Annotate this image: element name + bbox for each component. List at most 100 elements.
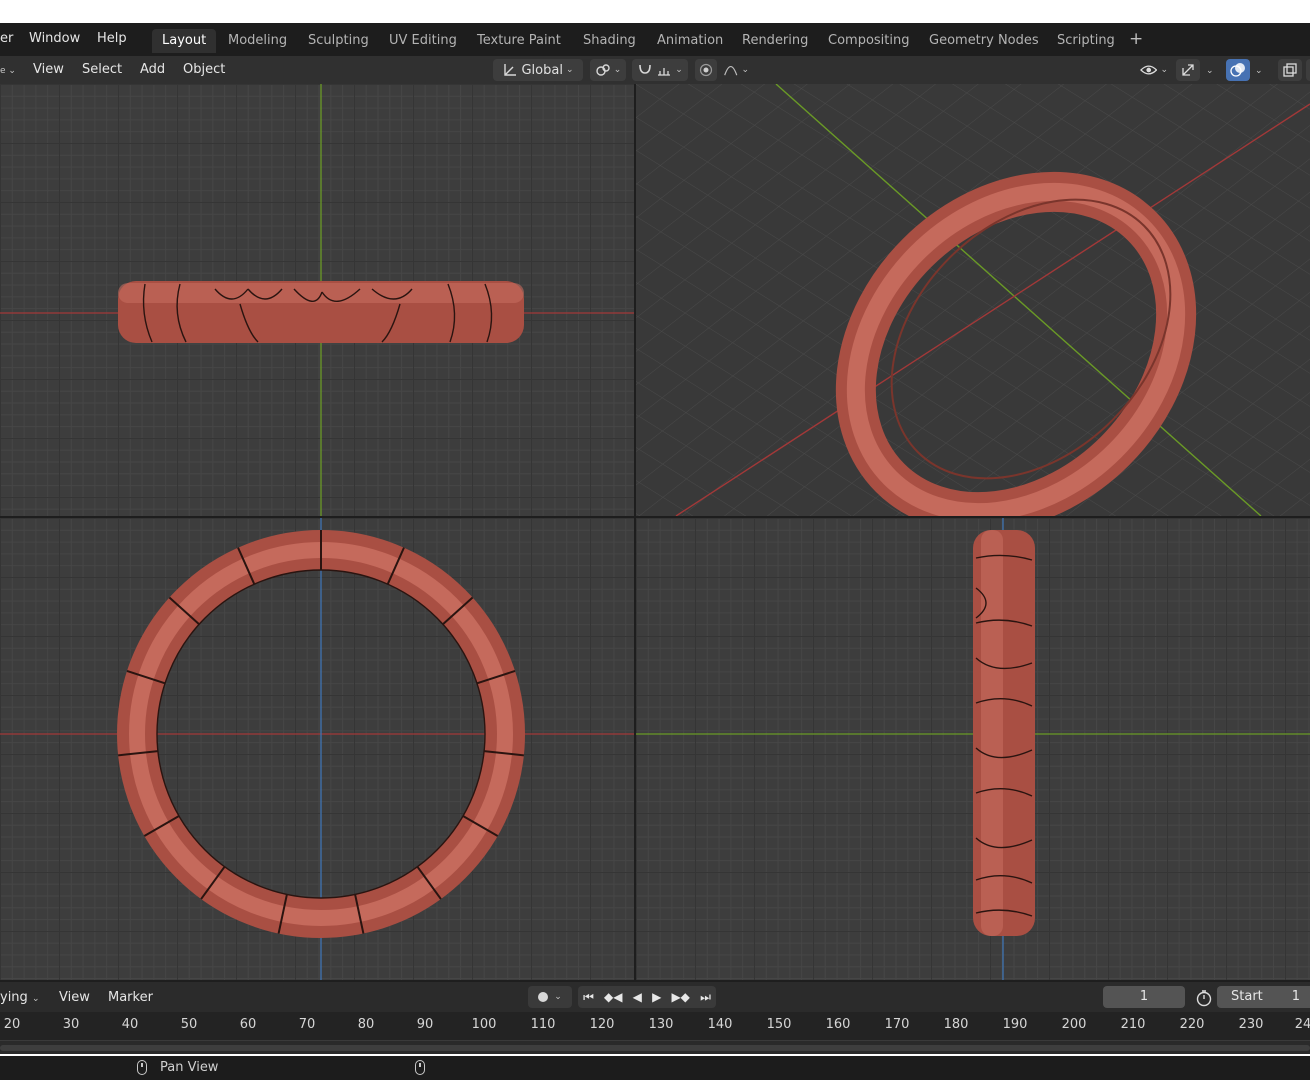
ruler-tick: 150	[766, 1017, 792, 1032]
ruler-tick: 40	[121, 1017, 139, 1032]
perspective-view-canvas	[636, 84, 1310, 516]
play-icon[interactable]: ▶	[652, 990, 661, 1004]
tab-layout[interactable]: Layout	[152, 29, 217, 53]
menu-view[interactable]: View	[33, 62, 64, 77]
snap-icon	[639, 64, 652, 74]
menu-render[interactable]: er	[0, 31, 13, 46]
tab-texture-paint[interactable]: Texture Paint	[467, 29, 571, 53]
proportional-edit-button[interactable]	[695, 59, 717, 81]
menu-window[interactable]: Window	[29, 31, 80, 46]
menu-select[interactable]: Select	[82, 62, 122, 77]
chevron-down-icon: ⌄	[565, 65, 574, 75]
timeline-ruler[interactable]: 20 30 40 50 60 70 80 90 100 110 120 130 …	[0, 1012, 1310, 1040]
mode-dropdown-chevron[interactable]: e ⌄	[0, 62, 16, 77]
start-value: 1	[1291, 989, 1300, 1004]
add-workspace-icon[interactable]: +	[1129, 29, 1143, 49]
ruler-tick: 50	[180, 1017, 198, 1032]
overlay-icon	[1230, 63, 1245, 77]
ruler-tick: 110	[530, 1017, 556, 1032]
overlay-toggle[interactable]	[1226, 59, 1250, 81]
tab-shading[interactable]: Shading	[573, 29, 646, 53]
record-icon	[538, 992, 549, 1002]
chevron-down-icon: ⌄	[741, 65, 749, 75]
pivot-icon	[596, 64, 610, 76]
jump-start-icon[interactable]: ⏮	[583, 990, 594, 1005]
ruler-tick: 200	[1061, 1017, 1087, 1032]
ruler-tick: 210	[1120, 1017, 1146, 1032]
chevron-down-icon: ⌄	[613, 65, 622, 75]
ruler-tick: 130	[648, 1017, 674, 1032]
tab-sculpting[interactable]: Sculpting	[298, 29, 379, 53]
viewport-perspective[interactable]	[636, 84, 1310, 516]
record-button[interactable]: ⌄	[528, 986, 572, 1008]
timeline-menu-view[interactable]: View	[59, 990, 90, 1005]
ruler-tick: 24	[1294, 1017, 1310, 1032]
ruler-tick: 170	[884, 1017, 910, 1032]
mouse-right-icon	[415, 1060, 425, 1075]
snap-increment-icon	[658, 68, 671, 76]
play-reverse-icon[interactable]: ◀	[633, 990, 642, 1004]
xray-toggle[interactable]	[1278, 59, 1302, 81]
timeline-scrollbar[interactable]	[0, 1045, 1310, 1051]
ruler-tick: 70	[298, 1017, 316, 1032]
tab-geometry-nodes[interactable]: Geometry Nodes	[919, 29, 1049, 53]
ruler-tick: 160	[825, 1017, 851, 1032]
top-view-canvas	[0, 518, 634, 980]
timeline-menu-marker[interactable]: Marker	[108, 990, 153, 1005]
ruler-tick: 220	[1179, 1017, 1205, 1032]
tab-rendering[interactable]: Rendering	[732, 29, 818, 53]
falloff-icon	[724, 65, 738, 76]
front-view-canvas	[0, 84, 634, 516]
xray-icon	[1283, 63, 1297, 77]
timeline-track[interactable]	[0, 1040, 1310, 1054]
ruler-tick: 20	[3, 1017, 21, 1032]
tab-uv-editing[interactable]: UV Editing	[379, 29, 467, 53]
snap-button[interactable]: ⌄	[632, 59, 688, 81]
visibility-dropdown[interactable]: ⌄	[1136, 59, 1172, 81]
tab-modeling[interactable]: Modeling	[218, 29, 297, 53]
ruler-tick: 60	[239, 1017, 257, 1032]
chevron-down-icon: ⌄	[1255, 66, 1263, 76]
ruler-tick: 230	[1238, 1017, 1264, 1032]
ruler-tick: 190	[1002, 1017, 1028, 1032]
chevron-down-icon: ⌄	[1206, 66, 1214, 76]
gizmo-icon	[1182, 64, 1194, 76]
current-frame-field[interactable]: 1	[1103, 986, 1185, 1008]
timeline-header: ying ⌄ View Marker ⌄ ⏮ ◆◀ ◀ ▶ ▶◆ ⏭ 1 Sta…	[0, 982, 1310, 1012]
menu-object[interactable]: Object	[183, 62, 225, 77]
playback-controls: ⏮ ◆◀ ◀ ▶ ▶◆ ⏭	[578, 986, 716, 1008]
viewport-top[interactable]	[0, 518, 634, 980]
ruler-tick: 120	[589, 1017, 615, 1032]
prev-keyframe-icon[interactable]: ◆◀	[604, 990, 622, 1004]
chevron-down-icon: ⌄	[554, 992, 562, 1002]
tab-compositing[interactable]: Compositing	[818, 29, 920, 53]
chevron-down-icon: ⌄	[1160, 65, 1168, 75]
pivot-point-button[interactable]: ⌄	[590, 59, 626, 81]
viewport-header: e ⌄ View Select Add Object Global ⌄ ⌄ ⌄ …	[0, 56, 1310, 84]
chevron-down-icon: ⌄	[675, 65, 683, 75]
playback-dropdown[interactable]: ying ⌄	[0, 990, 39, 1005]
menu-help[interactable]: Help	[97, 31, 127, 46]
ruler-tick: 140	[707, 1017, 733, 1032]
falloff-dropdown[interactable]: ⌄	[719, 59, 753, 81]
ruler-tick: 80	[357, 1017, 375, 1032]
orientation-dropdown[interactable]: Global ⌄	[493, 59, 583, 81]
start-label: Start	[1231, 989, 1263, 1004]
ruler-tick: 100	[471, 1017, 497, 1032]
side-view-canvas	[636, 518, 1310, 980]
chevron-down-icon: ⌄	[31, 994, 40, 1004]
tab-scripting[interactable]: Scripting	[1047, 29, 1125, 53]
orientation-label: Global	[521, 62, 563, 78]
gizmo-toggle[interactable]	[1176, 59, 1200, 81]
transform-orientation-icon	[504, 64, 517, 76]
viewport-front[interactable]	[0, 84, 634, 516]
top-menu-bar: er Window Help Layout Modeling Sculpting…	[0, 23, 1310, 56]
mouse-middle-icon	[137, 1060, 147, 1075]
start-frame-field[interactable]: Start 1	[1217, 986, 1310, 1008]
menu-add[interactable]: Add	[140, 62, 165, 77]
next-keyframe-icon[interactable]: ▶◆	[671, 990, 689, 1004]
stopwatch-icon[interactable]	[1195, 989, 1213, 1007]
viewport-side[interactable]	[636, 518, 1310, 980]
tab-animation[interactable]: Animation	[647, 29, 733, 53]
jump-end-icon[interactable]: ⏭	[700, 990, 711, 1005]
